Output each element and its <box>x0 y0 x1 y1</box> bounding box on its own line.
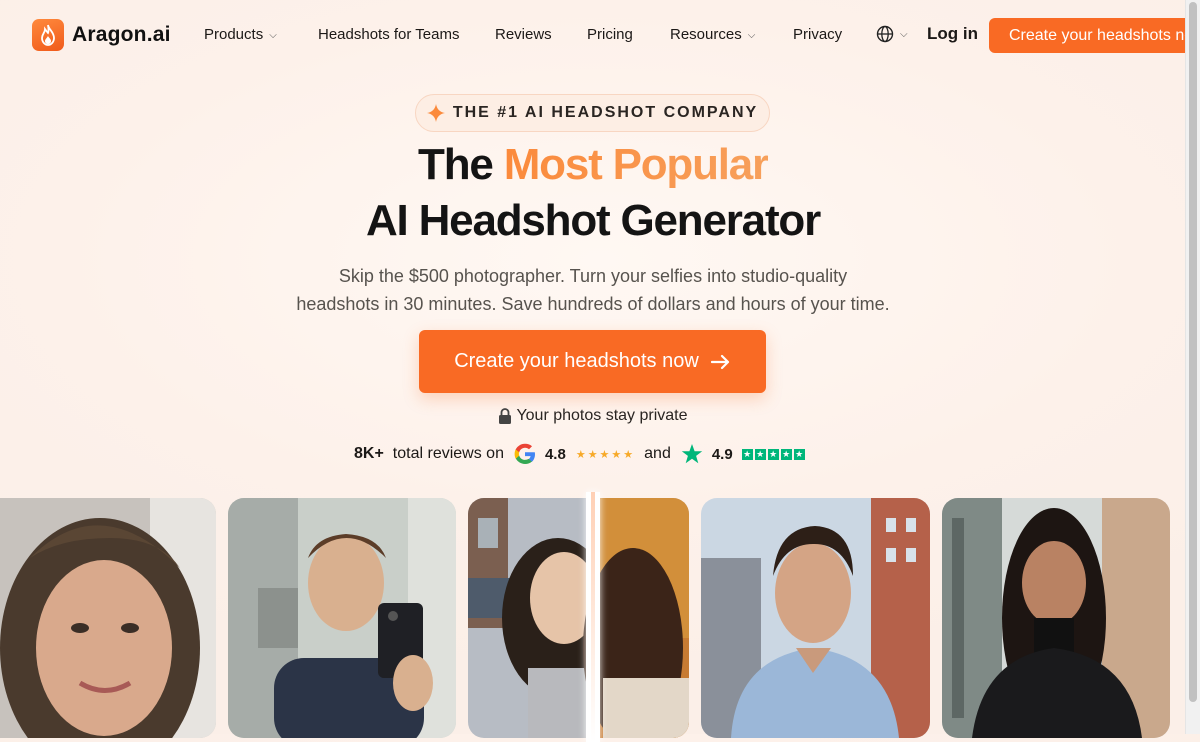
gallery-photo-headshot-woman <box>942 498 1170 738</box>
trustpilot-icon <box>681 444 703 464</box>
chevron-down-icon: ⌵ <box>747 29 756 41</box>
top-nav: Aragon.ai Products ⌵ Headshots for Teams… <box>0 0 1199 70</box>
brand-logo[interactable]: Aragon.ai <box>32 19 171 51</box>
nav-teams-label: Headshots for Teams <box>318 26 460 43</box>
hero-badge: THE #1 AI HEADSHOT COMPANY <box>415 94 770 132</box>
login-link[interactable]: Log in <box>927 24 978 44</box>
trustpilot-rating: 4.9 <box>711 445 733 463</box>
hero-create-headshots-button[interactable]: Create your headshots now <box>419 330 766 393</box>
nav-products-label: Products <box>204 26 264 43</box>
hero-title-line2: AI Headshot Generator <box>365 196 821 245</box>
trustpilot-star: ★ <box>754 448 766 460</box>
google-stars: ★★★★★ <box>575 448 636 461</box>
globe-icon <box>876 25 894 43</box>
trustpilot-star: ★ <box>793 448 805 460</box>
nav-resources-label: Resources <box>670 26 742 43</box>
hero-subtitle-line1: Skip the $500 photographer. Turn your se… <box>338 266 848 286</box>
privacy-note: Your photos stay private <box>0 407 1186 425</box>
reviews-text: total reviews on <box>392 445 504 462</box>
chevron-down-icon: ⌵ <box>269 29 277 41</box>
hero-cta-label: Create your headshots now <box>454 350 699 372</box>
before-after-slider-handle[interactable] <box>586 492 600 742</box>
brand-name: Aragon.ai <box>72 23 171 46</box>
trustpilot-stars: ★ ★ ★ ★ ★ <box>741 448 805 460</box>
reviews-summary: 8K+ total reviews on 4.8 ★★★★★ and 4.9 ★… <box>354 440 805 468</box>
hero-subtitle-line2: headshots in 30 minutes. Save hundreds o… <box>296 294 890 314</box>
nav-pricing-label: Pricing <box>587 26 633 43</box>
hero-badge-text: THE #1 AI HEADSHOT COMPANY <box>452 104 759 121</box>
chevron-down-icon: ⌵ <box>900 29 908 40</box>
privacy-note-text: Your photos stay private <box>516 407 688 424</box>
nav-reviews-label: Reviews <box>495 26 552 43</box>
gallery-photo-headshot-man <box>701 498 930 738</box>
nav-privacy[interactable]: Privacy <box>793 26 842 43</box>
trustpilot-star: ★ <box>767 448 779 460</box>
arrow-right-icon <box>710 354 729 369</box>
google-icon <box>514 443 535 464</box>
hero-title-prefix: The <box>418 140 494 189</box>
gallery-photo-selfie-woman <box>0 498 216 738</box>
nav-products[interactable]: Products ⌵ <box>204 26 277 43</box>
nav-privacy-label: Privacy <box>793 26 843 43</box>
language-selector[interactable]: ⌵ <box>876 25 908 43</box>
trustpilot-star: ★ <box>741 448 753 460</box>
sparkle-icon <box>426 104 445 122</box>
reviews-count: 8K+ <box>354 445 384 462</box>
nav-resources[interactable]: Resources ⌵ <box>670 26 755 43</box>
nav-reviews[interactable]: Reviews <box>495 26 552 43</box>
gallery-photo-selfie-man <box>228 498 456 738</box>
scrollbar-thumb[interactable] <box>1189 2 1197 702</box>
nav-pricing[interactable]: Pricing <box>587 26 633 43</box>
hero-title-accent: Most Popular <box>503 140 769 189</box>
page-scrollbar[interactable] <box>1185 0 1200 734</box>
nav-create-headshots-button[interactable]: Create your headshots now <box>989 18 1199 53</box>
hero-title-line1: The Most Popular <box>0 140 1186 190</box>
trustpilot-star: ★ <box>780 448 792 460</box>
nav-headshots-for-teams[interactable]: Headshots for Teams <box>318 26 459 43</box>
reviews-connector: and <box>644 445 671 462</box>
gallery-photo-before-after <box>468 498 689 738</box>
flame-icon <box>32 19 64 51</box>
google-rating: 4.8 <box>544 445 566 463</box>
lock-icon <box>499 408 512 424</box>
